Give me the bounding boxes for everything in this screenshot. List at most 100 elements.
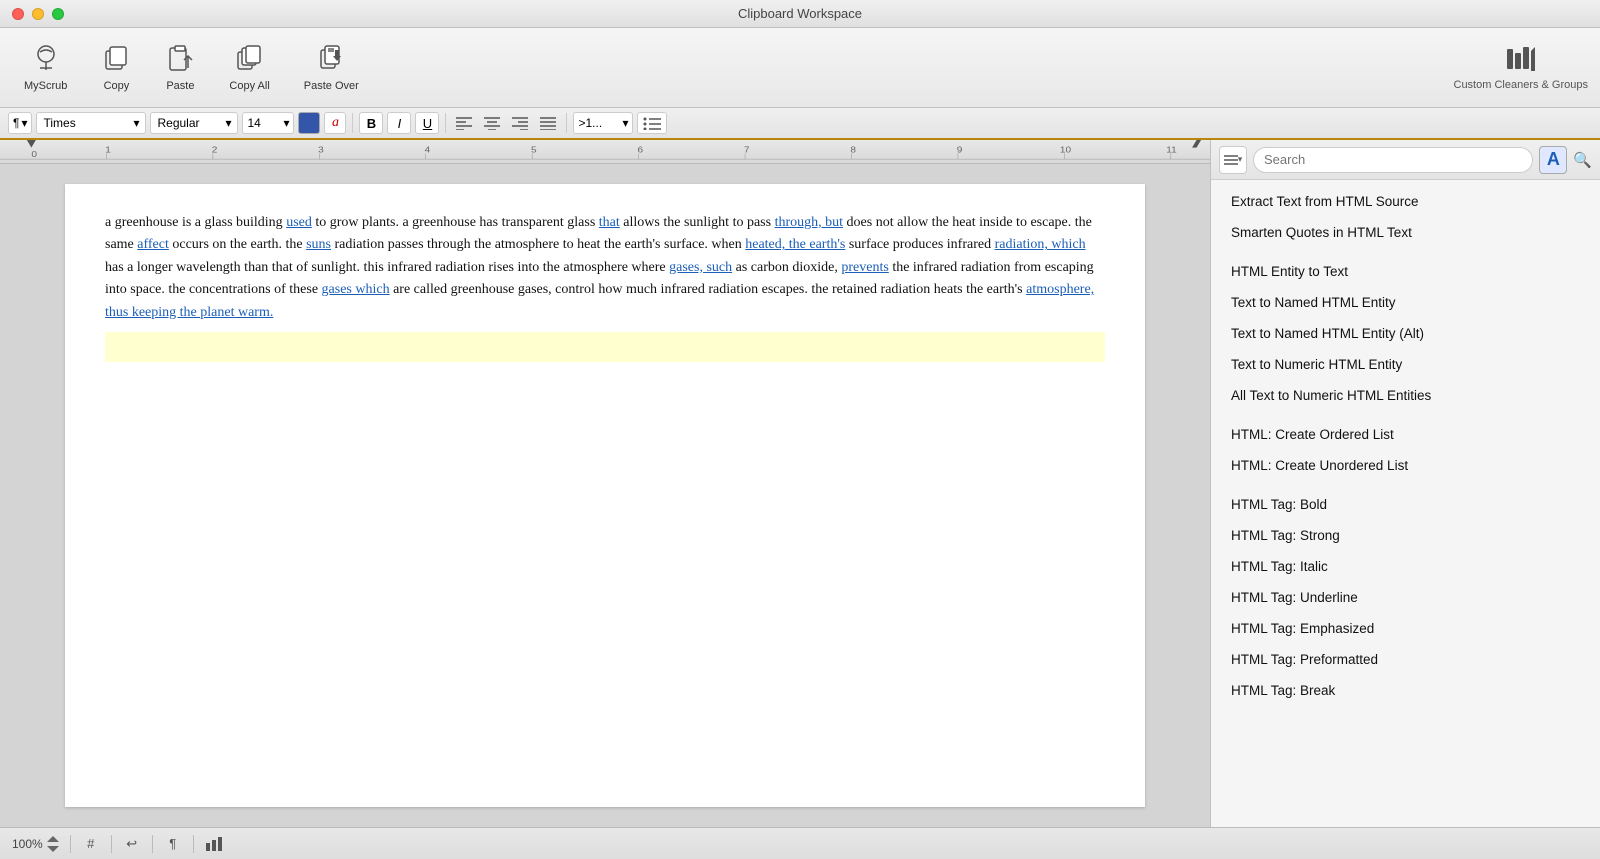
text-color-button[interactable]: a [324, 112, 346, 134]
font-value: Times [43, 116, 75, 130]
copy-button[interactable]: Copy [89, 38, 143, 98]
menu-chevron: ▾ [1238, 154, 1243, 165]
sidebar-item-html-emphasized[interactable]: HTML Tag: Emphasized [1215, 613, 1596, 644]
sidebar-header: ▾ A 🔍 [1211, 140, 1600, 180]
sidebar-separator-1 [1211, 248, 1600, 256]
maximize-button[interactable] [52, 8, 64, 20]
sidebar-item-text-named-entity[interactable]: Text to Named HTML Entity [1215, 287, 1596, 318]
editor-text[interactable]: a greenhouse is a glass building used to… [105, 212, 1105, 362]
link-gases-such[interactable]: gases, such [669, 260, 732, 275]
paragraph-icon: ¶ [13, 116, 19, 130]
link-prevents[interactable]: prevents [841, 260, 888, 275]
svg-text:8: 8 [850, 145, 856, 154]
myscrub-icon [32, 44, 60, 76]
hash-button[interactable]: # [81, 834, 101, 854]
copy-icon [102, 44, 130, 76]
sidebar-item-html-break[interactable]: HTML Tag: Break [1215, 675, 1596, 706]
sidebar-item-unordered-list[interactable]: HTML: Create Unordered List [1215, 450, 1596, 481]
copyall-label: Copy All [229, 80, 269, 92]
style-value: Regular [157, 116, 199, 130]
svg-text:11: 11 [1166, 145, 1176, 154]
copyall-button[interactable]: Copy All [217, 38, 281, 98]
zoom-stepper-icon [46, 836, 60, 852]
link-gases-which[interactable]: gases which [322, 282, 390, 297]
style-chevron: ▾ [225, 116, 231, 130]
zoom-control[interactable]: 100% [12, 836, 60, 852]
undo-icon: ↩ [126, 836, 137, 852]
bold-button[interactable]: B [359, 112, 383, 134]
editor-page[interactable]: a greenhouse is a glass building used to… [65, 184, 1145, 807]
paragraph-stepper[interactable]: ¶ ▾ [8, 112, 32, 134]
custom-cleaners-button[interactable]: Custom Cleaners & Groups [1454, 45, 1589, 91]
pasteover-icon [317, 44, 345, 76]
editor-scroll[interactable]: a greenhouse is a glass building used to… [0, 164, 1210, 827]
close-button[interactable] [12, 8, 24, 20]
format-divider-3 [566, 113, 567, 133]
link-atmosphere[interactable]: atmosphere, thus keeping the planet warm… [105, 282, 1094, 319]
unordered-list-button[interactable] [637, 112, 667, 134]
sidebar-separator-3 [1211, 481, 1600, 489]
style-selector[interactable]: Regular ▾ [150, 112, 238, 134]
search-input[interactable] [1253, 147, 1533, 173]
sidebar-item-html-underline[interactable]: HTML Tag: Underline [1215, 582, 1596, 613]
sidebar-item-html-strong[interactable]: HTML Tag: Strong [1215, 520, 1596, 551]
undo-button[interactable]: ↩ [122, 834, 142, 854]
size-box[interactable]: 14 ▾ [242, 112, 294, 134]
minimize-button[interactable] [32, 8, 44, 20]
ordered-list-button[interactable]: >1... ▾ [573, 112, 633, 134]
link-radiation[interactable]: radiation, which [995, 237, 1086, 252]
format-divider-2 [445, 113, 446, 133]
paragraph-button[interactable]: ¶ [163, 834, 183, 854]
sidebar-item-all-text-numeric[interactable]: All Text to Numeric HTML Entities [1215, 380, 1596, 411]
sidebar-item-html-entity[interactable]: HTML Entity to Text [1215, 256, 1596, 287]
svg-text:7: 7 [744, 145, 750, 154]
link-through[interactable]: through, but [775, 215, 843, 230]
align-justify-button[interactable] [536, 112, 560, 134]
paste-label: Paste [166, 80, 194, 92]
list-order-chevron: ▾ [622, 116, 628, 130]
align-left-button[interactable] [452, 112, 476, 134]
status-sep-3 [152, 835, 153, 853]
myscrub-label: MyScrub [24, 80, 67, 92]
italic-button[interactable]: I [387, 112, 411, 134]
sidebar-item-text-numeric-entity[interactable]: Text to Numeric HTML Entity [1215, 349, 1596, 380]
link-used[interactable]: used [286, 215, 312, 230]
underline-button[interactable]: U [415, 112, 439, 134]
link-suns[interactable]: suns [306, 237, 331, 252]
custom-cleaners-icon [1505, 45, 1537, 79]
custom-cleaners-label: Custom Cleaners & Groups [1454, 79, 1589, 91]
sidebar-item-text-named-entity-alt[interactable]: Text to Named HTML Entity (Alt) [1215, 318, 1596, 349]
svg-text:0: 0 [31, 150, 37, 159]
align-center-button[interactable] [480, 112, 504, 134]
sidebar-menu-button[interactable]: ▾ [1219, 146, 1247, 174]
align-right-button[interactable] [508, 112, 532, 134]
ordered-list-label: >1... [578, 116, 602, 130]
window-title: Clipboard Workspace [738, 6, 862, 21]
chart-button[interactable] [204, 834, 224, 854]
hash-icon: # [87, 836, 94, 851]
paragraph-status-icon: ¶ [169, 836, 176, 851]
link-that[interactable]: that [599, 215, 620, 230]
sidebar-item-extract-text-html[interactable]: Extract Text from HTML Source [1215, 186, 1596, 217]
sidebar-item-smarten-quotes[interactable]: Smarten Quotes in HTML Text [1215, 217, 1596, 248]
copyall-icon [236, 44, 264, 76]
svg-text:2: 2 [212, 145, 218, 154]
svg-text:6: 6 [637, 145, 643, 154]
svg-text:10: 10 [1060, 145, 1071, 154]
status-sep-4 [193, 835, 194, 853]
sidebar-item-ordered-list[interactable]: HTML: Create Ordered List [1215, 419, 1596, 450]
paste-button[interactable]: Paste [153, 38, 207, 98]
link-affect[interactable]: affect [137, 237, 169, 252]
svg-text:1: 1 [105, 145, 111, 154]
editor-container: 0 1 2 3 4 5 6 7 8 [0, 140, 1210, 827]
sidebar-item-html-italic[interactable]: HTML Tag: Italic [1215, 551, 1596, 582]
font-chevron: ▾ [133, 116, 139, 130]
link-heated[interactable]: heated, the earth's [745, 237, 845, 252]
sidebar-item-html-preformatted[interactable]: HTML Tag: Preformatted [1215, 644, 1596, 675]
status-sep-2 [111, 835, 112, 853]
sidebar-item-html-bold[interactable]: HTML Tag: Bold [1215, 489, 1596, 520]
myscrub-button[interactable]: MyScrub [12, 38, 79, 98]
color-picker[interactable] [298, 112, 320, 134]
font-selector[interactable]: Times ▾ [36, 112, 146, 134]
pasteover-button[interactable]: Paste Over [292, 38, 371, 98]
